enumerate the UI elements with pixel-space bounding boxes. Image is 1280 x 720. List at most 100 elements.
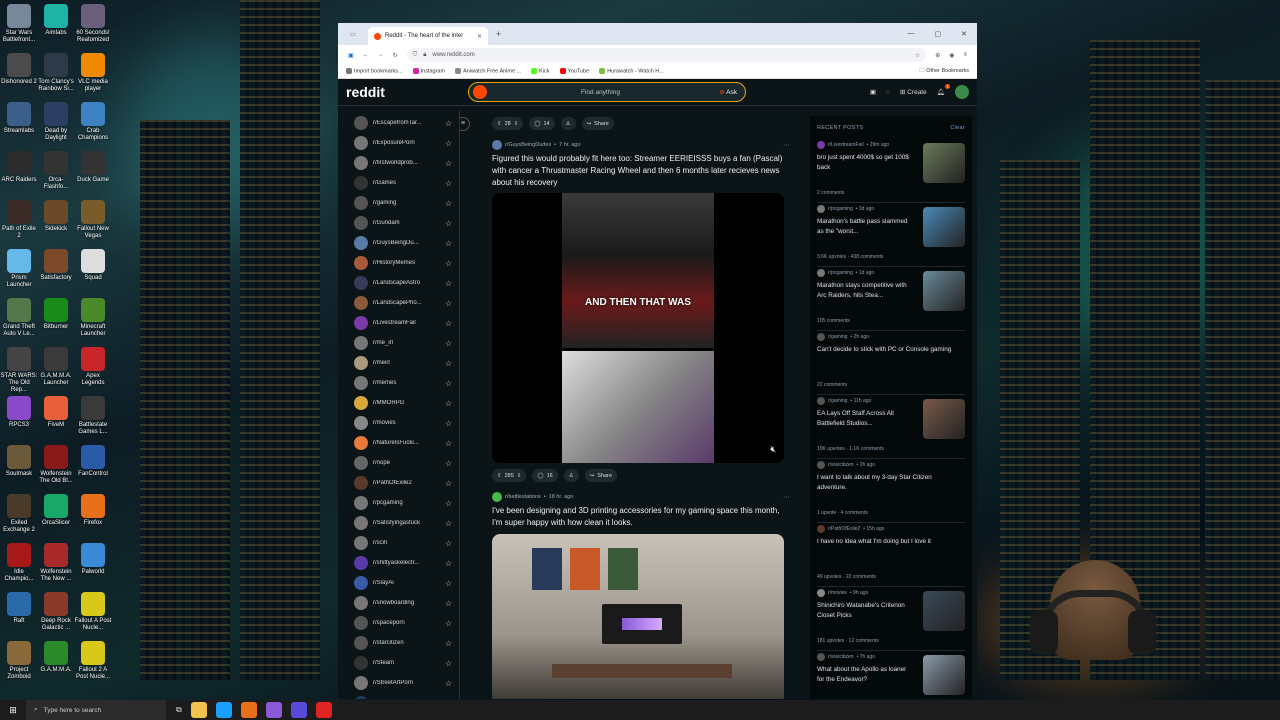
favorite-star-icon[interactable]: ☆ <box>445 319 452 328</box>
taskbar-app-icon[interactable] <box>190 702 207 718</box>
desktop-icon[interactable]: FiveM <box>37 396 75 429</box>
desktop-icon[interactable]: Orca-Flashfo... <box>37 151 75 191</box>
desktop-icon[interactable]: VLC media player <box>74 53 112 93</box>
desktop-icon[interactable]: OrcaSlicer <box>37 494 75 527</box>
desktop-icon[interactable]: Aimlabs <box>37 4 75 37</box>
desktop-icon[interactable]: Star Wars Battlefront... <box>0 4 38 44</box>
desktop-icon[interactable]: Grand Theft Auto V Le... <box>0 298 38 338</box>
sidebar-item-community[interactable]: r/PathOfExile2 ☆ <box>354 473 459 493</box>
desktop-icon[interactable]: Crab Champions <box>74 102 112 142</box>
desktop-icon[interactable]: Soulmask <box>0 445 38 478</box>
menu-icon[interactable]: ≡ <box>963 52 967 58</box>
desktop-icon[interactable]: Wolfenstein The Old Bl... <box>37 445 75 485</box>
desktop-icon[interactable]: Minecraft Launcher <box>74 298 112 338</box>
sidebar-item-community[interactable]: r/ExposurePorn ☆ <box>354 133 459 153</box>
back-icon[interactable]: ← <box>363 52 369 58</box>
desktop-icon[interactable]: Project Zomboid <box>0 641 38 681</box>
bookmark-item[interactable]: Import bookmarks... <box>346 68 403 75</box>
tab-reddit[interactable]: Reddit - The heart of the inter ✕ <box>368 27 488 45</box>
taskbar-app-icon[interactable] <box>215 702 232 718</box>
desktop-icon[interactable]: Path of Exile 2 <box>0 200 38 240</box>
recent-post-item[interactable]: r/movies • 9h ago Shinichiro Watanabe's Cr… <box>817 587 965 651</box>
minimize-icon[interactable]: — <box>908 30 915 38</box>
sidebar-item-community[interactable]: r/shittyaskelectr... ☆ <box>354 553 459 573</box>
sidebar-item-community[interactable]: r/Satisfyingasfuck ☆ <box>354 513 459 533</box>
desktop-icon[interactable]: Dishonored 2 <box>0 53 38 86</box>
close-window-icon[interactable]: ✕ <box>961 30 967 38</box>
sidebar-item-community[interactable]: r/snowboarding ☆ <box>354 593 459 613</box>
tab-close-icon[interactable]: ✕ <box>477 33 482 40</box>
sidebar-item-community[interactable]: r/nope ☆ <box>354 453 459 473</box>
favorite-star-icon[interactable]: ☆ <box>445 379 452 388</box>
bookmark-item[interactable]: Instagram <box>412 68 445 75</box>
recent-post-item[interactable]: r/PathOfExile2 • 15h ago I have no idea wh… <box>817 523 965 587</box>
bookmark-item[interactable]: Hurawatch - Watch H... <box>599 68 664 75</box>
favorite-star-icon[interactable]: ☆ <box>445 119 452 128</box>
desktop-icon[interactable]: Raft <box>0 592 38 625</box>
sidebar-item-community[interactable]: r/Gundam ☆ <box>354 213 459 233</box>
sidebar-item-community[interactable]: r/tumblr☆ <box>354 693 459 699</box>
bookmark-item[interactable]: YouTube <box>559 68 589 75</box>
sidebar-item-community[interactable]: r/scifi ☆ <box>354 533 459 553</box>
windows-start-icon[interactable]: ⊞ <box>0 705 26 716</box>
desktop-icon[interactable]: Battlestate Games L... <box>74 396 112 436</box>
desktop-icon[interactable]: Apex Legends <box>74 347 112 387</box>
desktop-icon[interactable]: Sidekick <box>37 200 75 233</box>
sidebar-item-community[interactable]: r/me_irl ☆ <box>354 333 459 353</box>
sidebar-item-community[interactable]: r/EscapefromTar... ☆ <box>354 113 459 133</box>
desktop-icon[interactable]: ARC Raiders <box>0 151 38 184</box>
recent-post-item[interactable]: r/pcgaming • 1d ago Marathon stays competi… <box>817 267 965 331</box>
favorite-star-icon[interactable]: ☆ <box>445 159 452 168</box>
share-button[interactable]: ↪ Share <box>584 469 617 482</box>
desktop-icon[interactable]: Firefox <box>74 494 112 527</box>
maximize-icon[interactable]: ▢ <box>935 30 942 38</box>
taskbar-app-icon[interactable] <box>240 702 257 718</box>
desktop-icon[interactable]: Deep Rock Galactic ... <box>37 592 75 632</box>
tab-list-icon[interactable]: ▭ <box>338 31 368 38</box>
post-card[interactable]: r/battlestations • 18 hr. ago ··· I've b… <box>492 492 800 699</box>
recent-post-item[interactable]: r/starcitizen • 2h ago I want to talk abou… <box>817 459 965 523</box>
desktop-icon[interactable]: Exiled Exchange 2 <box>0 494 38 534</box>
taskbar-app-icon[interactable] <box>315 702 332 718</box>
extensions-icon[interactable]: ⊕ <box>935 52 940 59</box>
desktop-icon[interactable]: RPCS3 <box>0 396 38 429</box>
reddit-logo[interactable]: reddit <box>346 84 466 100</box>
desktop-icon[interactable]: G.A.M.M.A. Launcher <box>37 347 75 387</box>
comments-button[interactable]: ◯ 16 <box>532 469 558 482</box>
favorite-star-icon[interactable]: ☆ <box>445 399 452 408</box>
post-subreddit[interactable]: r/battlestations <box>505 494 541 500</box>
sidebar-item-community[interactable]: r/LandscapeAstro ☆ <box>354 273 459 293</box>
favorite-star-icon[interactable]: ☆ <box>445 659 452 668</box>
avatar[interactable] <box>955 85 969 99</box>
favorite-star-icon[interactable]: ☆ <box>445 479 452 488</box>
desktop-icon[interactable]: Wolfenstein The New ... <box>37 543 75 583</box>
desktop-icon[interactable]: Squad <box>74 249 112 282</box>
favorite-star-icon[interactable]: ☆ <box>445 459 452 468</box>
favorite-star-icon[interactable]: ☆ <box>445 419 452 428</box>
favorite-star-icon[interactable]: ☆ <box>445 239 452 248</box>
desktop-icon[interactable]: Streamlabs <box>0 102 38 135</box>
favorite-star-icon[interactable]: ☆ <box>445 679 452 688</box>
favorite-star-icon[interactable]: ☆ <box>445 199 452 208</box>
favorite-star-icon[interactable]: ☆ <box>445 439 452 448</box>
account-icon[interactable]: ◉ <box>949 52 954 59</box>
mute-icon[interactable]: 🔇︎ <box>770 444 776 455</box>
sidebar-item-community[interactable]: r/movies ☆ <box>354 413 459 433</box>
ask-button[interactable]: ⊛ Ask <box>719 88 737 96</box>
desktop-icon[interactable]: Fallout 2 A Post Nucle... <box>74 641 112 681</box>
desktop-icon[interactable]: Bitburner <box>37 298 75 331</box>
post-title[interactable]: Figured this would probably fit here too… <box>492 153 784 189</box>
desktop-icon[interactable]: Prism Launcher <box>0 249 38 289</box>
favorite-star-icon[interactable]: ☆ <box>445 519 452 528</box>
desktop-icon[interactable]: Idle Champio... <box>0 543 38 583</box>
award-button[interactable]: ♙ <box>560 117 576 130</box>
new-tab-icon[interactable]: + <box>496 29 501 39</box>
favorite-star-icon[interactable]: ☆ <box>445 259 452 268</box>
post-image[interactable] <box>492 534 784 699</box>
recent-post-item[interactable]: r/starcitizen • 7h ago What about the Apol… <box>817 651 965 699</box>
favorite-star-icon[interactable]: ☆ <box>445 139 452 148</box>
vote-control[interactable]: ⇧ 285 ⇩ <box>492 469 527 482</box>
reddit-search-input[interactable]: Find anything ⊛ Ask <box>468 82 746 102</box>
desktop-icon[interactable]: Duck Game <box>74 151 112 184</box>
taskbar-search[interactable]: ⌕ Type here to search <box>26 700 166 720</box>
